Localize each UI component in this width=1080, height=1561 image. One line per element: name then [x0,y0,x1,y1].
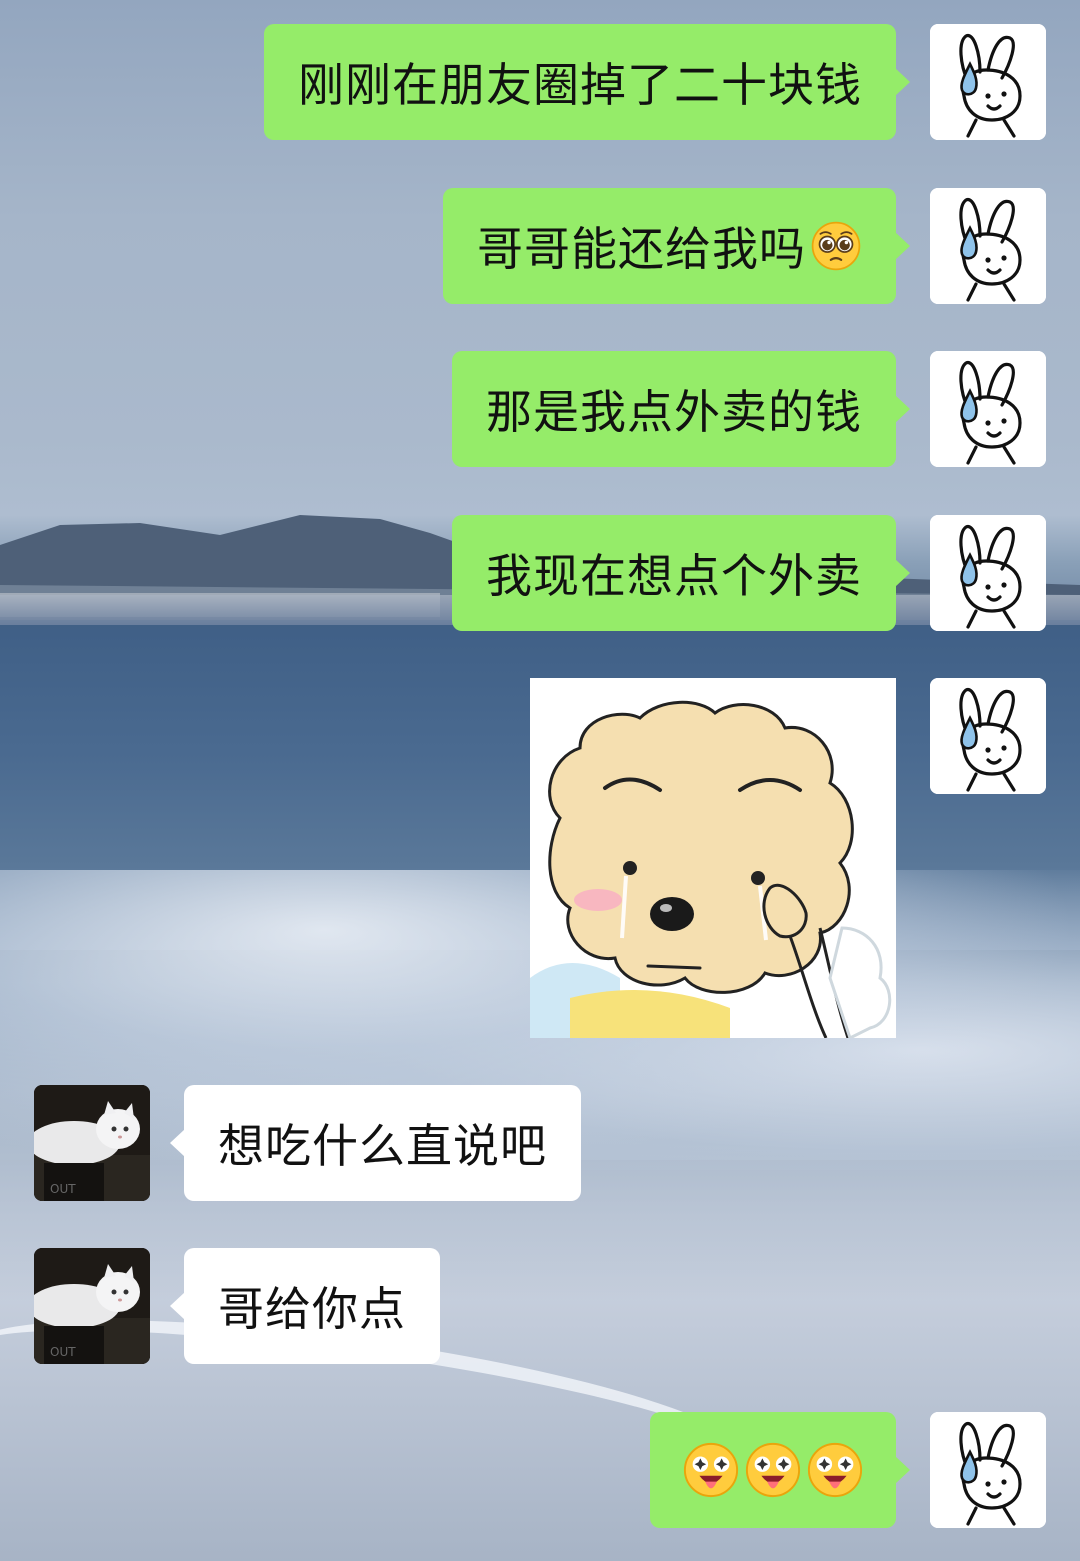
my-avatar[interactable] [930,515,1046,631]
message-text: 那是我点外卖的钱 [486,385,862,439]
friend-avatar[interactable] [34,1248,150,1364]
my-message-bubble[interactable]: 哥哥能还给我吗 [443,188,910,304]
friend-message-bubble[interactable]: 想吃什么直说吧 [170,1085,581,1201]
message-text: 刚刚在朋友圈掉了二十块钱 [298,58,862,112]
star-struck-tongue-face-icon [744,1441,802,1499]
my-message-bubble[interactable] [650,1412,910,1528]
star-struck-tongue-face-icon [682,1441,740,1499]
message-text: 哥哥能还给我吗 [477,222,806,276]
my-avatar[interactable] [930,24,1046,140]
my-avatar[interactable] [930,351,1046,467]
message-row: 哥给你点 [34,1248,440,1364]
message-row: 哥哥能还给我吗 [443,188,1046,304]
my-avatar[interactable] [930,188,1046,304]
message-row: 刚刚在朋友圈掉了二十块钱 [264,24,1046,140]
white-cat-avatar-icon [34,1085,150,1201]
message-text: 我现在想点个外卖 [486,549,862,603]
message-row: 我现在想点个外卖 [452,515,1046,631]
rabbit-avatar-icon [930,1412,1046,1528]
star-struck-tongue-face-icon [806,1441,864,1499]
message-row: 想吃什么直说吧 [34,1085,581,1201]
rabbit-avatar-icon [930,351,1046,467]
rabbit-avatar-icon [930,188,1046,304]
my-message-bubble[interactable]: 刚刚在朋友圈掉了二十块钱 [264,24,910,140]
message-row [530,678,1046,1038]
message-row: 那是我点外卖的钱 [452,351,1046,467]
crying-sheep-icon [530,678,896,1038]
my-avatar[interactable] [930,678,1046,794]
chat-screen: 刚刚在朋友圈掉了二十块钱 哥哥能还给我吗 那是我点外卖的钱 我现在想点个外卖 想… [0,0,1080,1561]
my-message-bubble[interactable]: 那是我点外卖的钱 [452,351,910,467]
crying-sheep-sticker[interactable] [530,678,896,1038]
friend-avatar[interactable] [34,1085,150,1201]
white-cat-avatar-icon [34,1248,150,1364]
message-text: 哥给你点 [218,1282,406,1336]
my-message-bubble[interactable]: 我现在想点个外卖 [452,515,910,631]
rabbit-avatar-icon [930,678,1046,794]
friend-message-bubble[interactable]: 哥给你点 [170,1248,440,1364]
rabbit-avatar-icon [930,24,1046,140]
message-row [650,1412,1046,1528]
rabbit-avatar-icon [930,515,1046,631]
my-avatar[interactable] [930,1412,1046,1528]
message-text: 想吃什么直说吧 [218,1119,547,1173]
pleading-face-icon [810,220,862,272]
